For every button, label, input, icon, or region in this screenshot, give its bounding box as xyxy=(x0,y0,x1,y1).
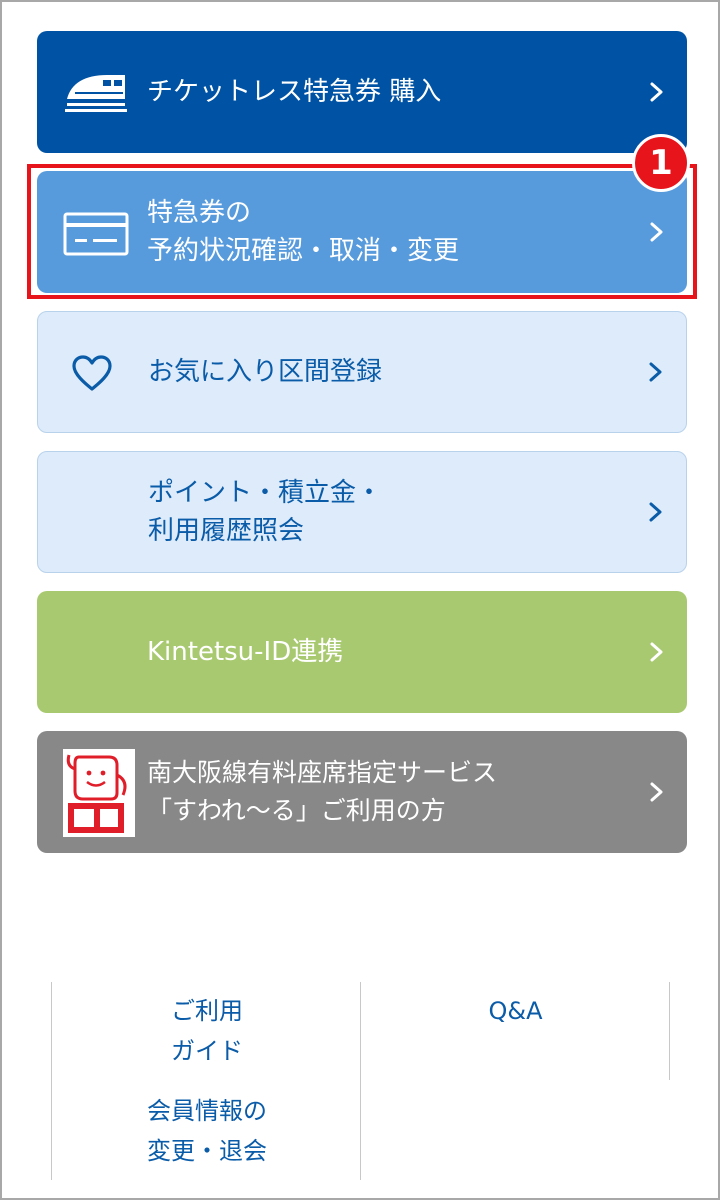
favorite-sections-button[interactable]: お気に入り区間登録 xyxy=(37,311,687,433)
heart-icon xyxy=(72,355,112,391)
usage-guide-line1: ご利用 xyxy=(171,997,243,1025)
suware-service-button[interactable]: 南大阪線有料座席指定サービス 「すわれ〜る」ご利用の方 xyxy=(37,731,687,853)
qa-label: Q&A xyxy=(488,997,543,1025)
chevron-right-icon xyxy=(650,222,663,242)
step-number-badge: 1 xyxy=(632,134,690,192)
ticketless-purchase-button[interactable]: チケットレス特急券 購入 xyxy=(37,31,687,153)
qa-link[interactable]: Q&A xyxy=(362,991,669,1031)
chevron-right-icon xyxy=(650,82,663,102)
ticket-card-icon xyxy=(63,212,129,256)
chevron-right-icon xyxy=(650,642,663,662)
usage-guide-link[interactable]: ご利用 ガイド xyxy=(54,991,360,1071)
chevron-right-icon xyxy=(649,362,662,382)
member-info-line1: 会員情報の xyxy=(147,1097,267,1125)
member-info-line2: 変更・退会 xyxy=(147,1137,267,1165)
reservation-status-label: 特急券の 予約状況確認・取消・変更 xyxy=(147,198,460,266)
reservation-status-button[interactable]: 特急券の 予約状況確認・取消・変更 xyxy=(37,171,687,293)
favorite-sections-label: お気に入り区間登録 xyxy=(148,357,383,387)
suware-service-label: 南大阪線有料座席指定サービス 「すわれ〜る」ご利用の方 xyxy=(147,758,498,825)
kintetsu-id-link-label: Kintetsu-ID連携 xyxy=(147,637,344,667)
points-history-button[interactable]: ポイント・積立金・ 利用履歴照会 xyxy=(37,451,687,573)
footer-divider-left xyxy=(51,982,52,1180)
chevron-right-icon xyxy=(649,502,662,522)
footer-divider-right xyxy=(669,982,670,1080)
footer-divider-middle xyxy=(360,982,361,1180)
train-icon xyxy=(65,75,127,112)
ticketless-purchase-label: チケットレス特急券 購入 xyxy=(147,77,442,107)
points-history-label: ポイント・積立金・ 利用履歴照会 xyxy=(148,478,383,546)
kintetsu-id-link-button[interactable]: Kintetsu-ID連携 xyxy=(37,591,687,713)
member-info-link[interactable]: 会員情報の 変更・退会 xyxy=(54,1091,360,1171)
chevron-right-icon xyxy=(650,782,663,802)
suware-mascot-icon xyxy=(63,749,135,837)
usage-guide-line2: ガイド xyxy=(171,1037,243,1065)
app-screen: チケットレス特急券 購入 特急券の 予約状況確認・取消・変更 1 お気に入り区間… xyxy=(0,0,720,1200)
